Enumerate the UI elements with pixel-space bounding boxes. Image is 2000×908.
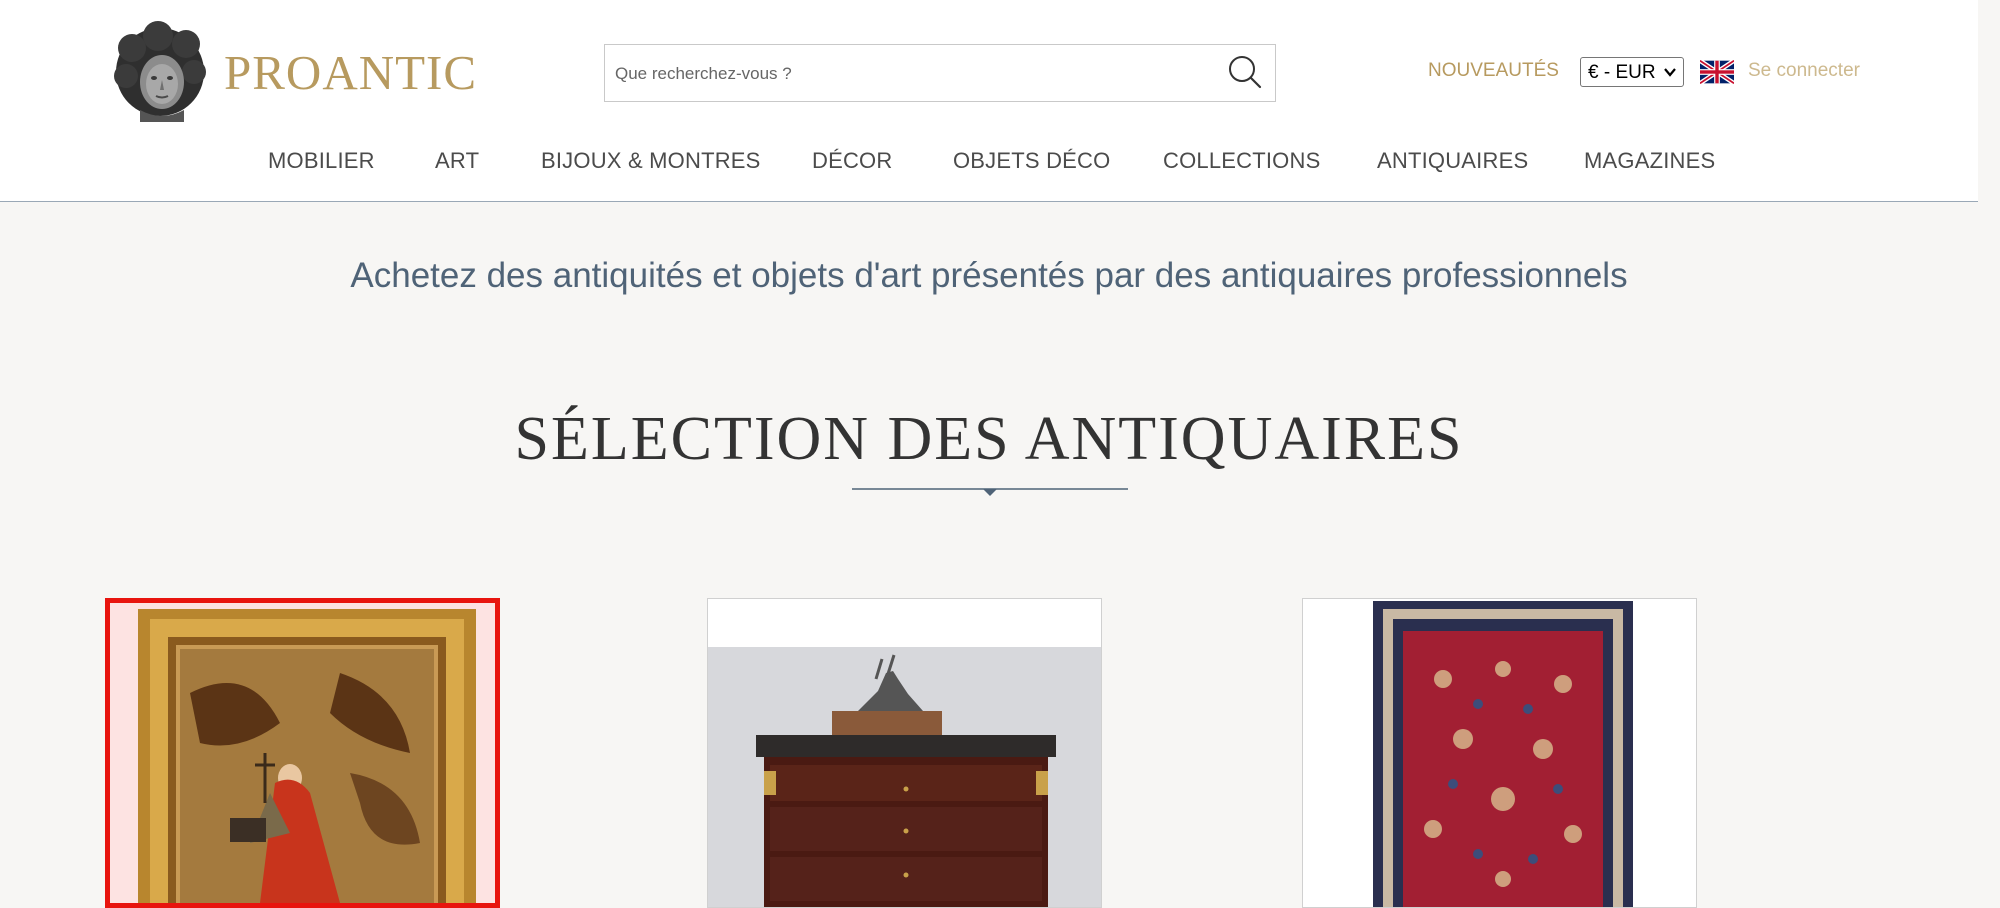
nav-item-mobilier[interactable]: MOBILIER xyxy=(268,148,375,174)
brand-name[interactable]: PROANTIC xyxy=(224,44,477,101)
product-image xyxy=(1303,599,1696,907)
login-link[interactable]: Se connecter xyxy=(1748,60,1860,82)
product-card-painting[interactable] xyxy=(105,598,500,908)
tagline: Achetez des antiquités et objets d'art p… xyxy=(350,256,1628,295)
main-nav: MOBILIER ART BIJOUX & MONTRES DÉCOR OBJE… xyxy=(0,148,1978,178)
product-card-rug[interactable] xyxy=(1302,598,1697,908)
bust-logo-icon[interactable] xyxy=(110,20,210,122)
currency-value: € - EUR xyxy=(1588,62,1656,83)
nav-item-decor[interactable]: DÉCOR xyxy=(812,148,892,174)
search-bar xyxy=(604,44,1276,102)
search-icon[interactable] xyxy=(1224,52,1264,92)
product-image xyxy=(708,599,1101,907)
nav-item-magazines[interactable]: MAGAZINES xyxy=(1584,148,1715,174)
chevron-down-icon xyxy=(1664,68,1676,77)
nav-item-bijoux-montres[interactable]: BIJOUX & MONTRES xyxy=(541,148,761,174)
section-title: SÉLECTION DES ANTIQUAIRES xyxy=(514,405,1464,473)
product-card-commode[interactable] xyxy=(707,598,1102,908)
nav-item-objets-deco[interactable]: OBJETS DÉCO xyxy=(953,148,1110,174)
product-image xyxy=(110,603,495,903)
new-arrivals-link[interactable]: NOUVEAUTÉS xyxy=(1428,60,1559,82)
nav-item-antiquaires[interactable]: ANTIQUAIRES xyxy=(1377,148,1528,174)
search-input[interactable] xyxy=(615,59,1215,89)
nav-item-collections[interactable]: COLLECTIONS xyxy=(1163,148,1320,174)
divider-diamond-icon xyxy=(852,488,1128,496)
site-header: PROANTIC NOUVEAUTÉS € - EUR Se connecter… xyxy=(0,0,1978,202)
currency-select[interactable]: € - EUR xyxy=(1580,57,1684,87)
nav-item-art[interactable]: ART xyxy=(435,148,479,174)
uk-flag-icon[interactable] xyxy=(1700,60,1734,84)
